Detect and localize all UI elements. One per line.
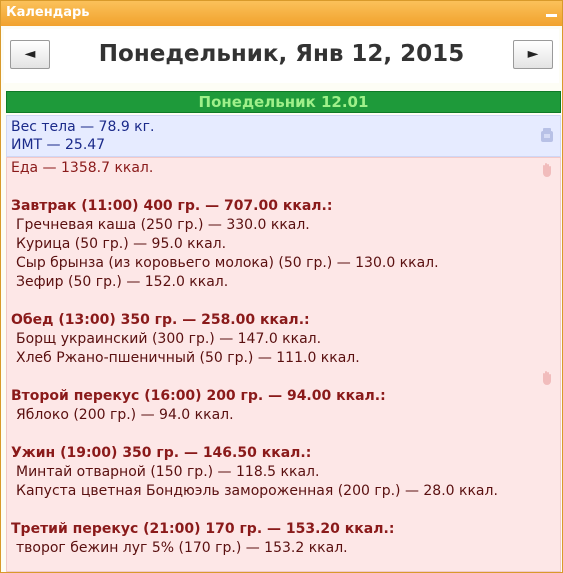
body-weight: Вес тела — 78.9 кг. — [11, 119, 155, 135]
food-item: Минтай отварной (150 гр.) — 118.5 ккал. — [16, 464, 320, 480]
minimize-icon[interactable] — [546, 14, 557, 17]
calendar-window: Календарь ◄ Понедельник, Янв 12, 2015 ► … — [0, 0, 563, 573]
food-item: Яблоко (200 гр.) — 94.0 ккал. — [16, 407, 234, 423]
food-item: Гречневая каша (250 гр.) — 330.0 ккал. — [16, 217, 310, 233]
date-navigation: ◄ Понедельник, Янв 12, 2015 ► — [4, 29, 559, 83]
next-day-button[interactable]: ► — [513, 40, 553, 69]
food-item: Курица (50 гр.) — 95.0 ккал. — [16, 236, 227, 252]
food-item: Хлеб Ржано-пшеничный (50 гр.) — 111.0 кк… — [16, 350, 360, 366]
meal-title: Третий перекус (21:00) 170 гр. — 153.20 … — [11, 521, 395, 537]
window-title: Календарь — [6, 5, 90, 20]
food-item: Зефир (50 гр.) — 152.0 ккал. — [16, 274, 229, 290]
meal-title: Ужин (19:00) 350 гр. — 146.50 ккал.: — [11, 445, 312, 461]
meal-title: Второй перекус (16:00) 200 гр. — 94.00 к… — [11, 388, 386, 404]
food-item: творог бежин луг 5% (170 гр.) — 153.2 кк… — [16, 540, 348, 556]
food-total: Еда — 1358.7 ккал. — [11, 160, 154, 176]
weight-panel: Вес тела — 78.9 кг. ИМТ — 25.47 — [6, 115, 561, 157]
meal-title: Завтрак (11:00) 400 гр. — 707.00 ккал.: — [11, 198, 333, 214]
food-item: Капуста цветная Бондюэль замороженная (2… — [16, 483, 498, 499]
window-titlebar: Календарь — [1, 1, 562, 26]
day-header: Понедельник 12.01 — [6, 91, 561, 113]
food-item: Сыр брынза (из коровьего молока) (50 гр.… — [16, 255, 439, 271]
hand-icon[interactable] — [540, 370, 554, 386]
scale-icon[interactable] — [540, 128, 554, 144]
prev-day-button[interactable]: ◄ — [10, 40, 50, 69]
hand-icon[interactable] — [540, 162, 554, 178]
bmi-value: ИМТ — 25.47 — [11, 137, 106, 153]
food-item: Борщ украинский (300 гр.) — 147.0 ккал. — [16, 331, 322, 347]
food-panel: Еда — 1358.7 ккал. Завтрак (11:00) 400 г… — [6, 157, 561, 572]
meal-title: Обед (13:00) 350 гр. — 258.00 ккал.: — [11, 312, 310, 328]
current-date-title: Понедельник, Янв 12, 2015 — [98, 41, 465, 67]
